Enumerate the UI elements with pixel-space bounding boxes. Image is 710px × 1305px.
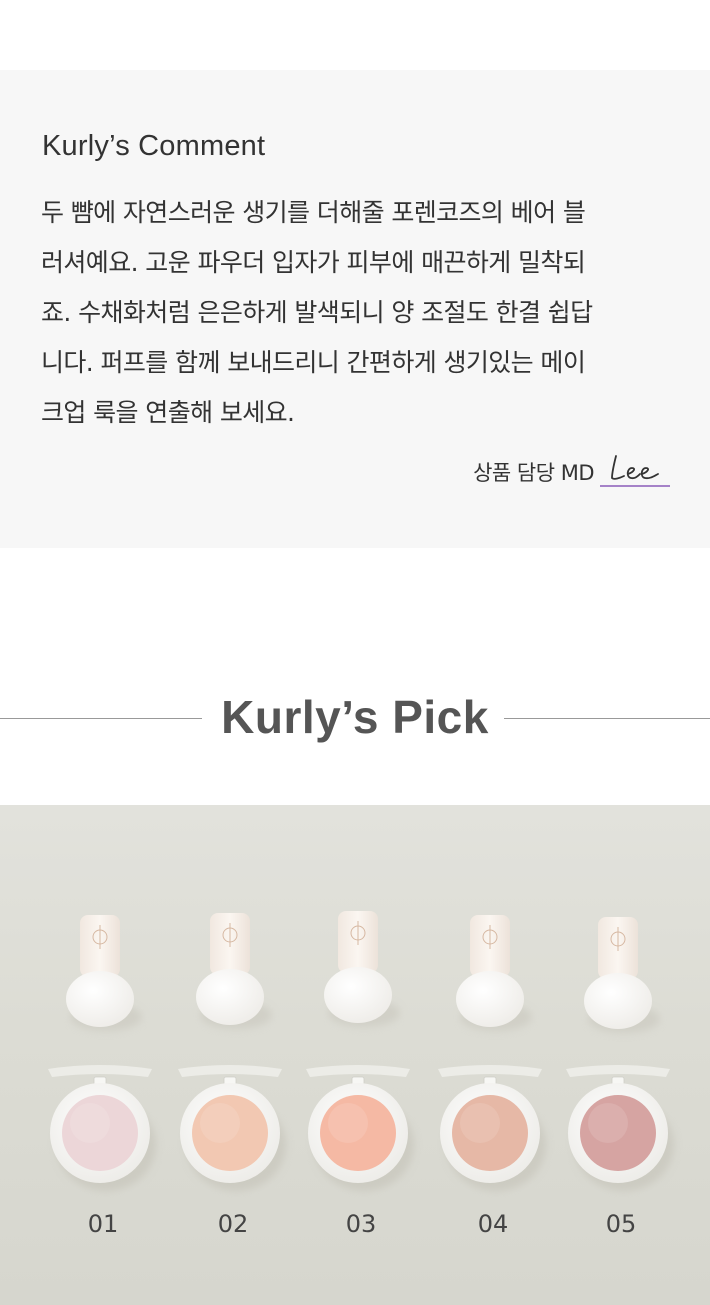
blush-highlight	[460, 1103, 500, 1143]
shade-label-01: 01	[87, 1210, 119, 1238]
shade-label-04: 04	[477, 1210, 509, 1238]
puff-head	[196, 969, 264, 1025]
product-shade-02	[178, 913, 286, 1191]
md-signature	[600, 455, 670, 487]
pick-title: Kurly’s Pick	[221, 691, 489, 743]
compact-lid	[306, 1065, 410, 1077]
compact-lid	[48, 1065, 152, 1077]
comment-line: 니다. 퍼프를 함께 보내드리니 간편하게 생기있는 메이	[41, 348, 586, 377]
comment-line: 크업 룩을 연출해 보세요.	[41, 398, 295, 427]
blush-highlight	[588, 1103, 628, 1143]
puff-head	[66, 971, 134, 1027]
shade-label-05: 05	[605, 1210, 637, 1238]
shade-label-02: 02	[217, 1210, 249, 1238]
product-shade-01	[48, 915, 156, 1191]
blush-highlight	[200, 1103, 240, 1143]
compact-lid	[438, 1065, 542, 1077]
blush-highlight	[70, 1103, 110, 1143]
kurly-pick-header: Kurly’s Pick	[0, 688, 710, 748]
comment-title: Kurly’s Comment	[42, 130, 266, 162]
comment-line: 두 뺨에 자연스러운 생기를 더해줄 포렌코즈의 베어 블	[41, 198, 586, 227]
comment-line: 러셔예요. 고운 파우더 입자가 피부에 매끈하게 밀착되	[41, 248, 586, 277]
puff-head	[456, 971, 524, 1027]
comment-body: 두 뺨에 자연스러운 생기를 더해줄 포렌코즈의 베어 블 러셔예요. 고운 파…	[41, 188, 671, 438]
product-shade-04	[438, 915, 546, 1191]
product-shade-05	[566, 917, 674, 1191]
kurly-comment-section: Kurly’s Comment 두 뺨에 자연스러운 생기를 더해줄 포렌코즈의…	[0, 70, 710, 548]
compact-lid	[566, 1065, 670, 1077]
shade-label-03: 03	[345, 1210, 377, 1238]
product-photo: 01 02 03 04 05	[0, 805, 710, 1305]
puff-head	[324, 967, 392, 1023]
compact-lid	[178, 1065, 282, 1077]
comment-line: 죠. 수채화처럼 은은하게 발색되니 양 조절도 한결 쉽답	[41, 298, 593, 327]
product-shade-03	[306, 911, 414, 1191]
md-label: 상품 담당 MD	[473, 461, 594, 485]
md-signature-block: 상품 담당 MD	[473, 450, 670, 490]
puff-head	[584, 973, 652, 1029]
divider-line	[504, 718, 710, 719]
blush-highlight	[328, 1103, 368, 1143]
